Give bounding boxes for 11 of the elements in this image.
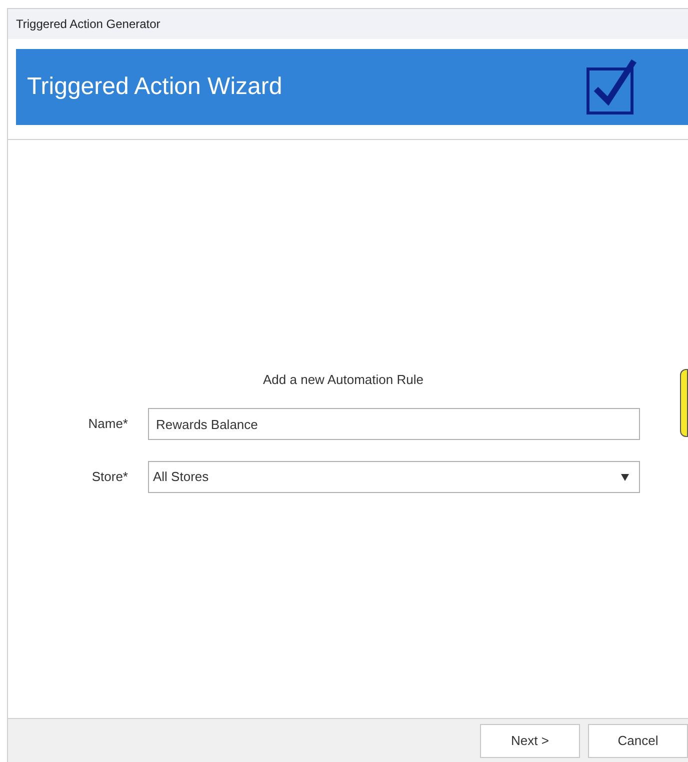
next-button[interactable]: Next >: [480, 724, 580, 758]
cancel-button[interactable]: Cancel: [588, 724, 688, 758]
window-title: Triggered Action Generator: [16, 16, 160, 33]
banner-title: Triggered Action Wizard: [27, 72, 282, 102]
form-heading: Add a new Automation Rule: [263, 372, 424, 387]
field-label: Name*: [88, 415, 128, 434]
side-tab-icon[interactable]: [680, 369, 688, 437]
dropdown-arrow-icon: [621, 474, 629, 480]
name-input-field[interactable]: Rewards Balance: [148, 408, 640, 440]
store-dropdown[interactable]: All Stores: [148, 461, 640, 493]
field-label: Store*: [92, 468, 128, 486]
